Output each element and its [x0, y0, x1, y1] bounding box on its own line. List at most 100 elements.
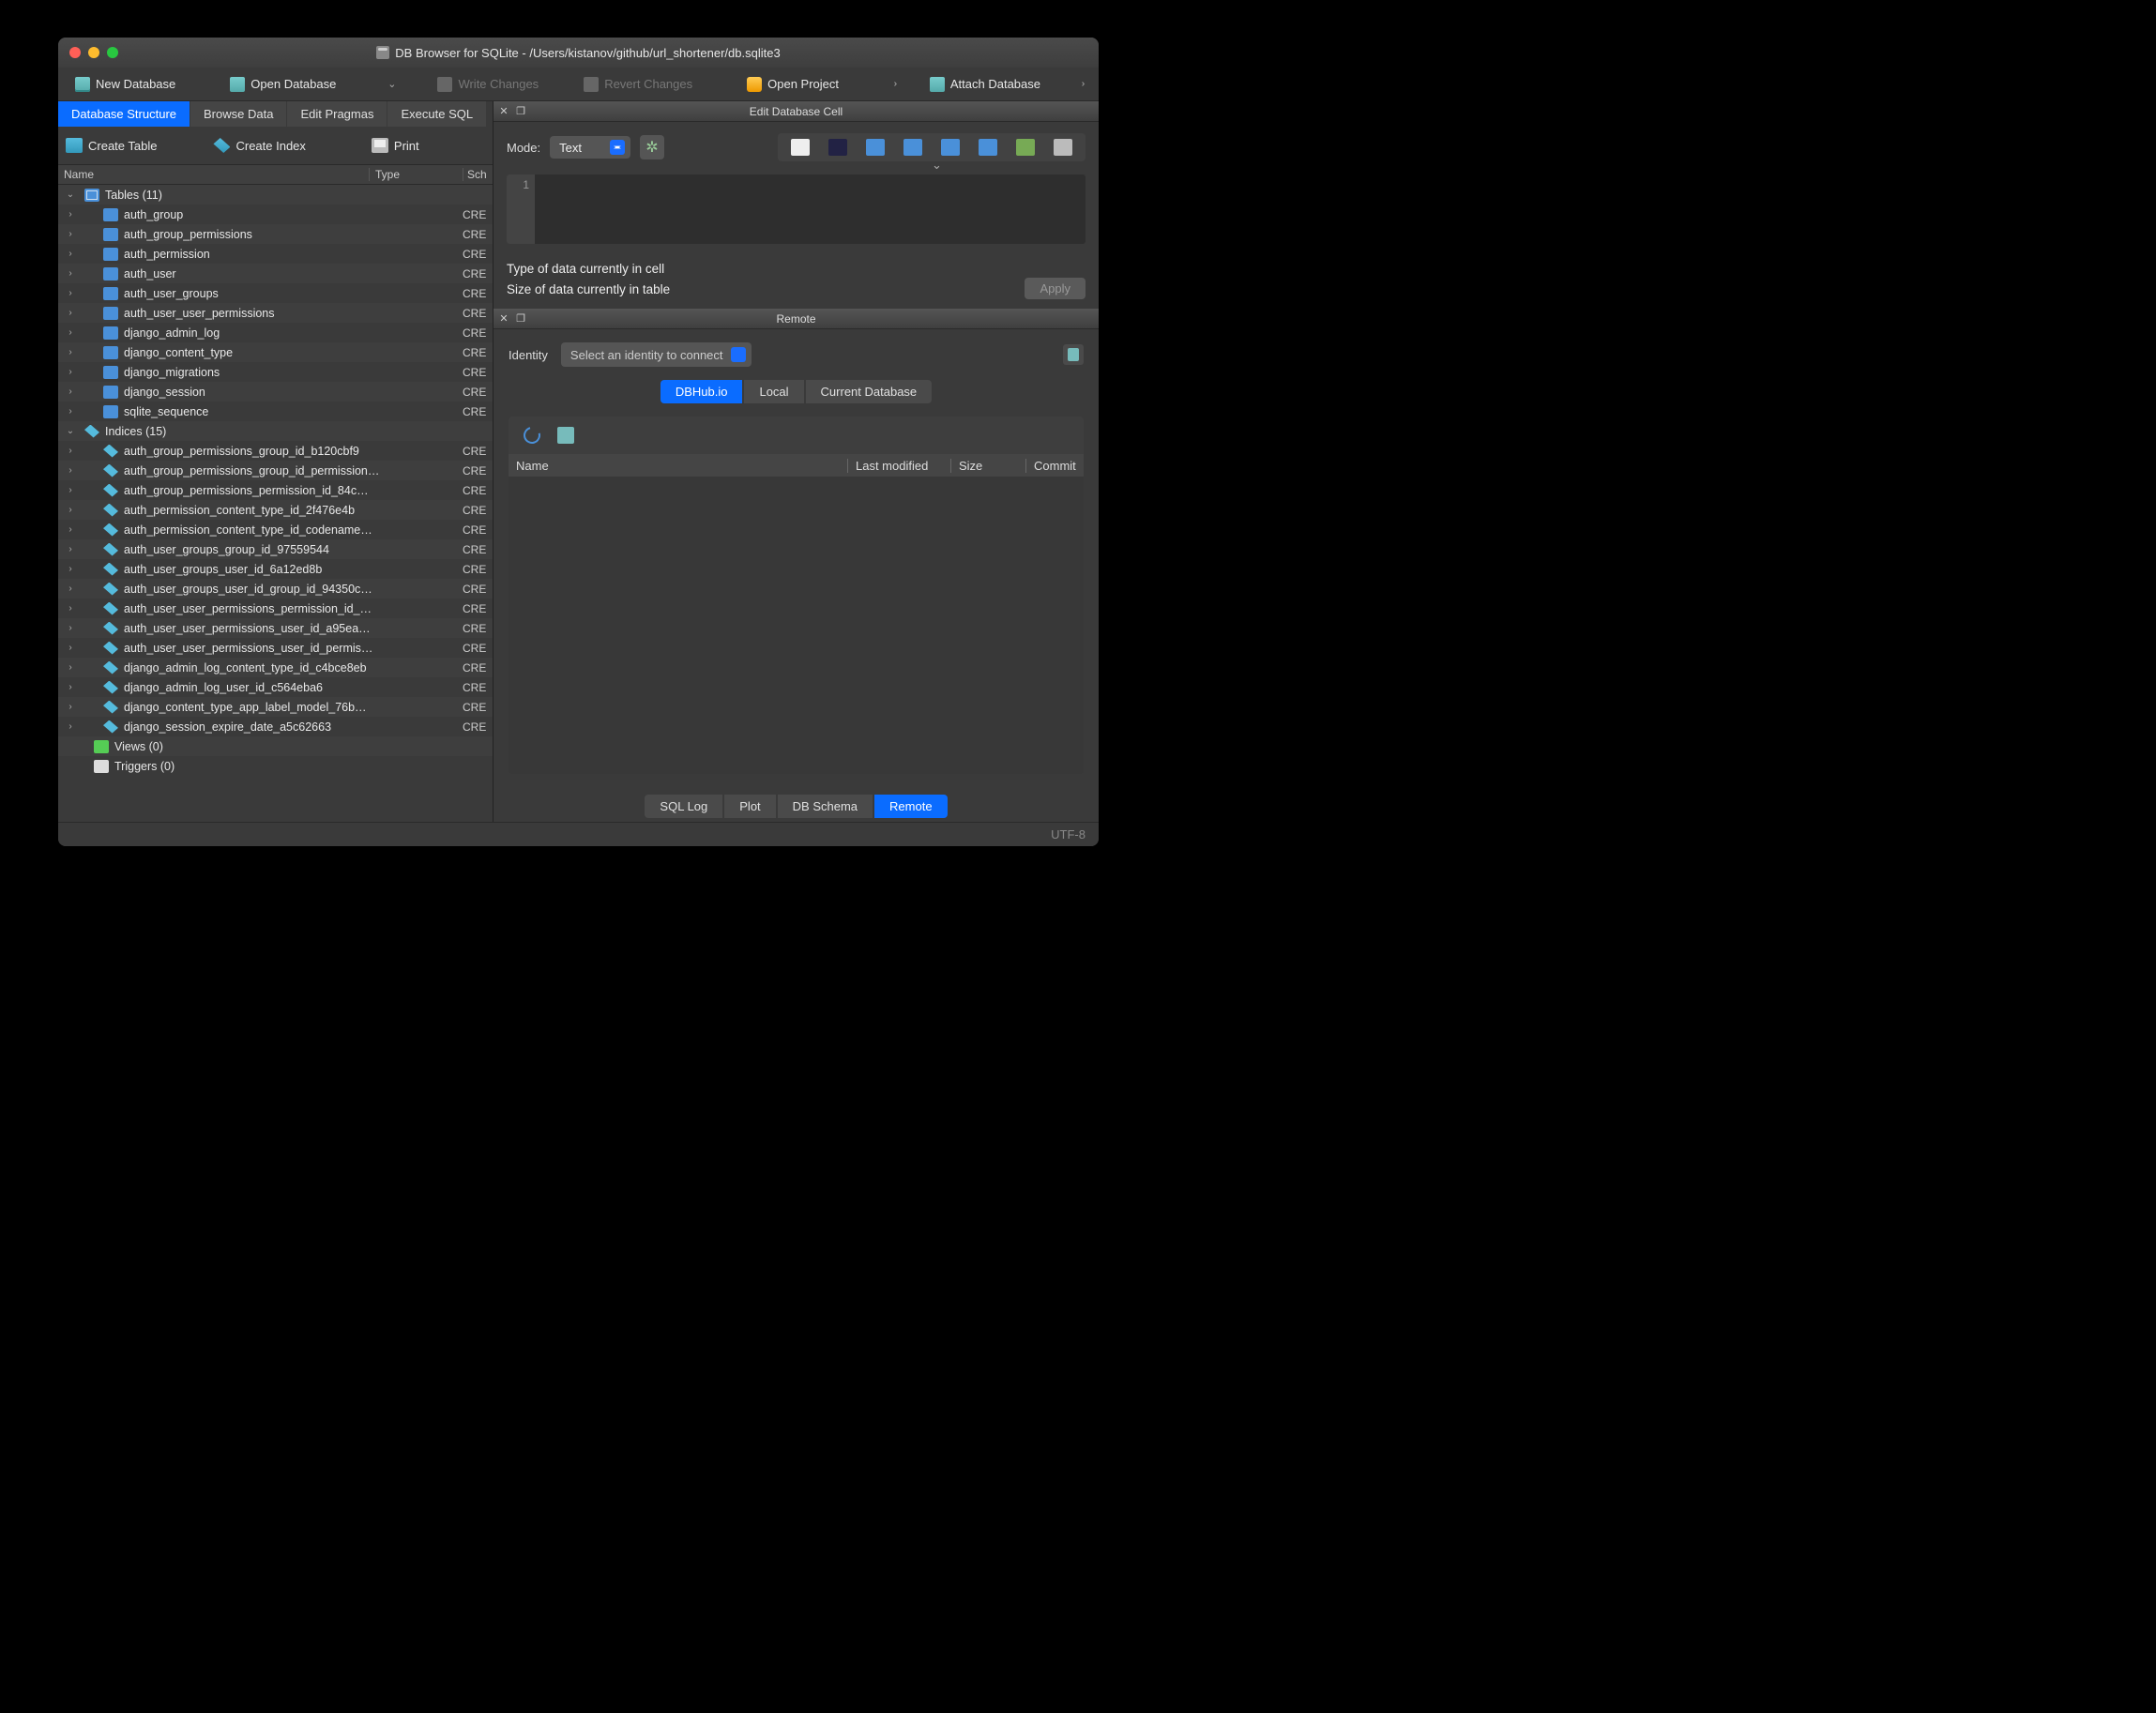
panel-undock-icon[interactable]: ❐: [514, 312, 527, 326]
settings-button[interactable]: [640, 135, 664, 159]
tree-row[interactable]: ⌄Indices (15): [58, 421, 493, 441]
expand-icon[interactable]: ›: [64, 209, 77, 220]
tab-edit-pragmas[interactable]: Edit Pragmas: [287, 101, 387, 127]
tab-sql-log[interactable]: SQL Log: [645, 795, 722, 818]
tab-browse-data[interactable]: Browse Data: [190, 101, 286, 127]
expand-icon[interactable]: ›: [64, 662, 77, 673]
col-name[interactable]: Name: [509, 459, 847, 473]
tab-plot[interactable]: Plot: [724, 795, 775, 818]
expand-icon[interactable]: ›: [64, 327, 77, 338]
tree-row[interactable]: ›django_admin_log_user_id_c564eba6CRE: [58, 677, 493, 697]
panel-close-icon[interactable]: ✕: [497, 105, 510, 118]
tree-row[interactable]: ›auth_user_groupsCRE: [58, 283, 493, 303]
tree-row[interactable]: ›django_session_expire_date_a5c62663CRE: [58, 717, 493, 736]
tree-row[interactable]: ›auth_permission_content_type_id_2f476e4…: [58, 500, 493, 520]
copy-icon[interactable]: [903, 139, 922, 156]
expand-icon[interactable]: ⌄: [64, 426, 77, 436]
tree-row[interactable]: ›auth_user_user_permissions_permission_i…: [58, 599, 493, 618]
tab-db-schema[interactable]: DB Schema: [778, 795, 873, 818]
expand-icon[interactable]: ›: [64, 721, 77, 732]
tree-header-type[interactable]: Type: [369, 168, 463, 181]
open-project-button[interactable]: Open Project: [737, 73, 848, 96]
tree-row[interactable]: Triggers (0): [58, 756, 493, 776]
panel-close-icon[interactable]: ✕: [497, 312, 510, 326]
push-db-icon[interactable]: [557, 427, 574, 444]
expand-icon[interactable]: ›: [64, 387, 77, 397]
tab-database-structure[interactable]: Database Structure: [58, 101, 190, 127]
expand-icon[interactable]: ›: [64, 268, 77, 279]
col-modified[interactable]: Last modified: [847, 459, 950, 473]
tree-row[interactable]: ›django_content_typeCRE: [58, 342, 493, 362]
expand-icon[interactable]: ›: [64, 465, 77, 476]
import-icon[interactable]: [828, 139, 847, 156]
tree-row[interactable]: ›sqlite_sequenceCRE: [58, 402, 493, 421]
expand-icon[interactable]: ›: [64, 446, 77, 456]
expand-icon[interactable]: ›: [64, 584, 77, 594]
print-button[interactable]: Print: [372, 138, 419, 153]
col-commit[interactable]: Commit: [1025, 459, 1084, 473]
expand-icon[interactable]: ›: [64, 308, 77, 318]
cell-editor[interactable]: 1: [507, 174, 1086, 244]
expand-icon[interactable]: ›: [64, 623, 77, 633]
clear-icon[interactable]: [979, 139, 997, 156]
remote-db-icon[interactable]: [1063, 344, 1084, 365]
schema-tree[interactable]: ⌄Tables (11)›auth_groupCRE›auth_group_pe…: [58, 185, 493, 822]
tree-row[interactable]: ›auth_userCRE: [58, 264, 493, 283]
expand-icon[interactable]: ›: [64, 406, 77, 417]
tree-row[interactable]: ›auth_user_groups_user_id_6a12ed8bCRE: [58, 559, 493, 579]
mode-select[interactable]: Text: [550, 136, 630, 159]
refresh-icon[interactable]: [521, 424, 544, 447]
tree-row[interactable]: ›auth_user_groups_user_id_group_id_94350…: [58, 579, 493, 599]
tab-execute-sql[interactable]: Execute SQL: [387, 101, 486, 127]
new-database-button[interactable]: New Database: [66, 73, 185, 96]
tree-row[interactable]: ›auth_group_permissions_group_id_b120cbf…: [58, 441, 493, 461]
open-database-button[interactable]: Open Database: [220, 73, 345, 96]
close-icon[interactable]: [69, 47, 81, 58]
tab-dbhub[interactable]: DBHub.io: [660, 380, 743, 403]
expand-icon[interactable]: ›: [64, 603, 77, 614]
tree-row[interactable]: ›django_admin_logCRE: [58, 323, 493, 342]
paste-icon[interactable]: [941, 139, 960, 156]
tree-header-schema[interactable]: Sch: [463, 168, 493, 181]
tab-local[interactable]: Local: [744, 380, 803, 403]
tree-row[interactable]: ›auth_group_permissions_permission_id_84…: [58, 480, 493, 500]
save-file-icon[interactable]: [1016, 139, 1035, 156]
export-icon[interactable]: [866, 139, 885, 156]
identity-select[interactable]: Select an identity to connect: [561, 342, 752, 367]
expand-icon[interactable]: ›: [64, 544, 77, 554]
tree-row[interactable]: ›auth_user_groups_group_id_97559544CRE: [58, 539, 493, 559]
tree-row[interactable]: ›django_sessionCRE: [58, 382, 493, 402]
tree-row[interactable]: ›auth_permission_content_type_id_codenam…: [58, 520, 493, 539]
expand-icon[interactable]: ›: [64, 347, 77, 357]
expand-icon[interactable]: ›: [64, 229, 77, 239]
tree-row[interactable]: ›auth_groupCRE: [58, 205, 493, 224]
expand-icon[interactable]: ›: [64, 524, 77, 535]
create-index-button[interactable]: Create Index: [213, 138, 305, 153]
create-table-button[interactable]: Create Table: [66, 138, 157, 153]
tree-row[interactable]: ›auth_user_user_permissions_user_id_a95e…: [58, 618, 493, 638]
null-icon[interactable]: [791, 139, 810, 156]
panel-undock-icon[interactable]: ❐: [514, 105, 527, 118]
open-database-dropdown[interactable]: ⌄: [382, 78, 402, 90]
toolbar-overflow-2[interactable]: ››: [1072, 79, 1091, 89]
tree-row[interactable]: ›auth_permissionCRE: [58, 244, 493, 264]
tab-remote[interactable]: Remote: [874, 795, 948, 818]
toolbar-overflow-1[interactable]: ››: [885, 79, 903, 89]
tab-current-database[interactable]: Current Database: [806, 380, 933, 403]
minimize-icon[interactable]: [88, 47, 99, 58]
expand-icon[interactable]: ›: [64, 505, 77, 515]
expand-icon[interactable]: ›: [64, 682, 77, 692]
tree-row[interactable]: ›auth_user_user_permissions_user_id_perm…: [58, 638, 493, 658]
tree-row[interactable]: ›auth_user_user_permissionsCRE: [58, 303, 493, 323]
attach-database-button[interactable]: Attach Database: [920, 73, 1050, 96]
tree-row[interactable]: ›auth_group_permissionsCRE: [58, 224, 493, 244]
tree-row[interactable]: ›django_content_type_app_label_model_76b…: [58, 697, 493, 717]
tree-row[interactable]: ›django_migrationsCRE: [58, 362, 493, 382]
tree-row[interactable]: ›auth_group_permissions_group_id_permiss…: [58, 461, 493, 480]
expand-icon[interactable]: ›: [64, 564, 77, 574]
tree-row[interactable]: Views (0): [58, 736, 493, 756]
expand-icon[interactable]: ›: [64, 249, 77, 259]
expand-icon[interactable]: ›: [64, 702, 77, 712]
zoom-icon[interactable]: [107, 47, 118, 58]
expand-icon[interactable]: ›: [64, 288, 77, 298]
